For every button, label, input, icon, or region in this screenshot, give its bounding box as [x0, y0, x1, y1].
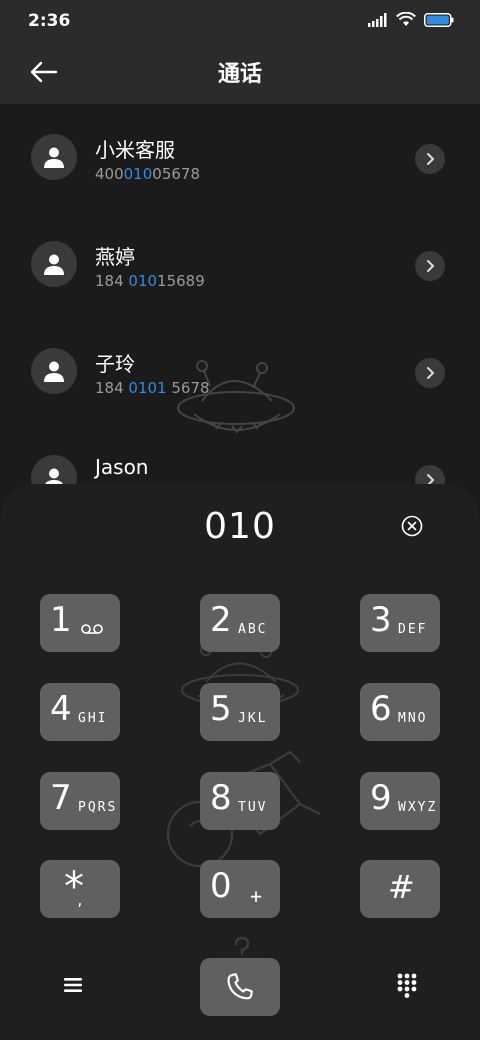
- key-digit: 2: [210, 600, 232, 640]
- person-icon: [44, 147, 64, 168]
- key-letters: DEF: [398, 622, 428, 637]
- dialpad-key-star[interactable]: * ,: [40, 860, 120, 918]
- dialpad-key-7[interactable]: 7 PQRS: [40, 772, 120, 830]
- avatar: [31, 134, 77, 180]
- contact-detail-button[interactable]: [415, 251, 445, 281]
- contact-number: 184 0101 5678: [95, 379, 210, 397]
- wifi-icon: [396, 12, 416, 26]
- dialpad-key-hash[interactable]: #: [360, 860, 440, 918]
- battery-icon: [424, 12, 454, 27]
- contact-detail-button[interactable]: [415, 144, 445, 174]
- contact-name: 子玲: [95, 352, 135, 376]
- avatar: [31, 348, 77, 394]
- key-digit: 1: [50, 600, 72, 640]
- status-icons: [368, 12, 454, 27]
- key-digit: 5: [210, 689, 232, 729]
- key-letters: JKL: [238, 711, 268, 726]
- menu-button[interactable]: [58, 970, 88, 1000]
- key-letters: ABC: [238, 622, 268, 637]
- key-digit: 3: [370, 600, 392, 640]
- dialpad-key-4[interactable]: 4 GHI: [40, 683, 120, 741]
- dialpad-icon: [397, 973, 417, 998]
- person-icon: [44, 361, 64, 382]
- chevron-right-icon: [427, 153, 435, 165]
- chevron-right-icon: [427, 260, 435, 272]
- dialpad-key-3[interactable]: 3 DEF: [360, 594, 440, 652]
- status-time: 2:36: [28, 11, 71, 31]
- contact-item[interactable]: 子玲 184 0101 5678: [0, 318, 480, 425]
- contact-name: 小米客服: [95, 138, 175, 162]
- status-bar: 2:36: [0, 0, 480, 40]
- app-header: 通话: [0, 40, 480, 104]
- chevron-right-icon: [427, 367, 435, 379]
- key-letters: ,: [76, 894, 84, 909]
- key-letters: PQRS: [78, 800, 118, 815]
- contact-name: Jason: [95, 455, 149, 479]
- key-letters: WXYZ: [398, 800, 438, 815]
- key-letters: +: [250, 884, 263, 908]
- dialer-action-bar: [0, 940, 480, 1040]
- dialpad-key-1[interactable]: 1: [40, 594, 120, 652]
- person-icon: [44, 254, 64, 275]
- contact-name: 燕婷: [95, 245, 135, 269]
- avatar: [31, 241, 77, 287]
- dialpad-key-5[interactable]: 5 JKL: [200, 683, 280, 741]
- key-letters: GHI: [78, 711, 108, 726]
- contact-number: 184 01015689: [95, 272, 205, 290]
- dialpad-key-8[interactable]: 8 TUV: [200, 772, 280, 830]
- contact-item[interactable]: 小米客服 40001005678: [0, 104, 480, 211]
- voicemail-icon: [81, 624, 103, 634]
- dialpad-key-9[interactable]: 9 WXYZ: [360, 772, 440, 830]
- key-digit: #: [388, 868, 415, 906]
- contact-list[interactable]: 小米客服 40001005678 燕婷 184 01015689 子玲 184 …: [0, 104, 480, 504]
- contact-number: 40001005678: [95, 165, 200, 183]
- contact-detail-button[interactable]: [415, 358, 445, 388]
- key-digit: 7: [50, 778, 72, 818]
- key-digit: 0: [210, 866, 232, 906]
- clear-circle-x-icon: [401, 515, 423, 537]
- clear-input-button[interactable]: [400, 514, 424, 538]
- signal-icon: [368, 12, 387, 27]
- hamburger-menu-icon: [64, 978, 82, 992]
- dialpad-key-0[interactable]: 0 +: [200, 860, 280, 918]
- key-digit: 8: [210, 778, 232, 818]
- dialpad-key-6[interactable]: 6 MNO: [360, 683, 440, 741]
- keypad-toggle-button[interactable]: [392, 970, 422, 1000]
- page-title: 通话: [217, 62, 262, 87]
- key-letters: TUV: [238, 800, 268, 815]
- contact-item[interactable]: 燕婷 184 01015689: [0, 211, 480, 318]
- call-button[interactable]: [200, 958, 280, 1016]
- key-digit: 4: [50, 689, 72, 729]
- key-letters: MNO: [398, 711, 428, 726]
- key-digit: 6: [370, 689, 392, 729]
- key-digit: 9: [370, 778, 392, 818]
- dialpad-key-2[interactable]: 2 ABC: [200, 594, 280, 652]
- phone-handset-icon: [227, 973, 253, 1000]
